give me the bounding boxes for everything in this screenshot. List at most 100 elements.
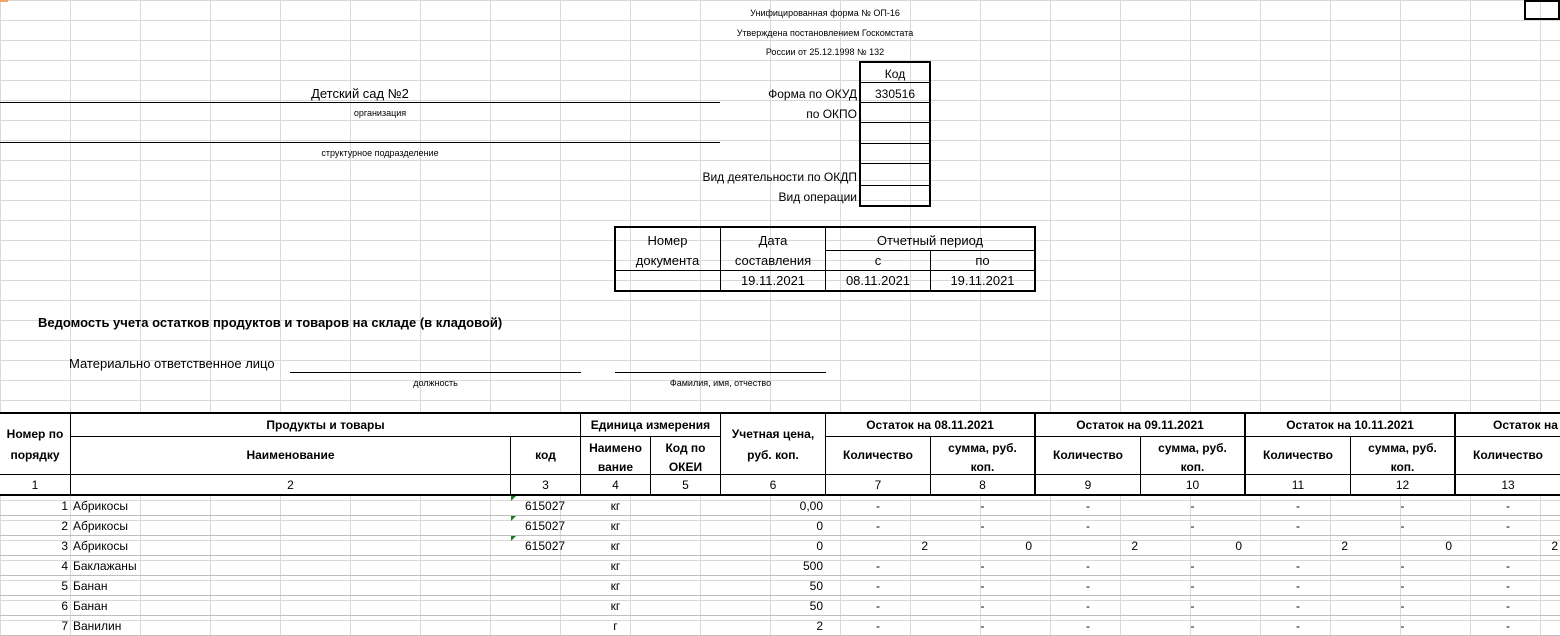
cell-value: - bbox=[1400, 579, 1405, 593]
price-header-1: Учетная цена, bbox=[731, 427, 815, 441]
cell-value: - bbox=[1400, 559, 1405, 573]
fio-caption: Фамилия, имя, отчество bbox=[669, 378, 772, 388]
row-number: 4 bbox=[61, 559, 68, 573]
cell-value: - bbox=[1296, 579, 1300, 593]
price: 50 bbox=[809, 599, 823, 613]
cell-value: - bbox=[980, 619, 985, 633]
rest-header-2: Остаток на 09.11.2021 bbox=[1076, 418, 1204, 432]
product-name: Ванилин bbox=[73, 619, 122, 633]
form-line-1: Унифицированная форма № ОП-16 bbox=[750, 8, 900, 18]
row-number: 1 bbox=[61, 499, 68, 513]
form-line-3: России от 25.12.1998 № 132 bbox=[765, 47, 885, 57]
product-code: 615027 bbox=[525, 499, 566, 513]
column-number: 2 bbox=[287, 478, 294, 492]
cell-value: - bbox=[980, 519, 985, 533]
product-code: 615027 bbox=[525, 539, 566, 553]
date-from: 08.11.2021 bbox=[845, 273, 911, 288]
cell-value: - bbox=[980, 579, 985, 593]
cell-value: - bbox=[1506, 619, 1510, 633]
product-name: Абрикосы bbox=[73, 539, 128, 553]
cell-value: - bbox=[1190, 599, 1195, 613]
unit-name: г bbox=[613, 619, 618, 633]
cell-value: - bbox=[1296, 599, 1300, 613]
unit-name-header-1: Наимено bbox=[589, 441, 642, 455]
period-from-header: с bbox=[874, 253, 882, 268]
cell-comment-marker bbox=[511, 496, 516, 501]
cell-value: - bbox=[876, 599, 880, 613]
row-number: 5 bbox=[61, 579, 68, 593]
responsible-label: Материально ответственное лицо bbox=[69, 356, 275, 371]
period-to-header: по bbox=[975, 253, 990, 268]
division-caption: структурное подразделение bbox=[321, 148, 439, 158]
unit-header: Единица измерения bbox=[590, 418, 711, 432]
organization-caption: организация bbox=[353, 108, 407, 118]
cell-value: 2 bbox=[1551, 539, 1558, 553]
column-number: 11 bbox=[1291, 478, 1305, 492]
cell-value: - bbox=[876, 499, 880, 513]
cell-value: - bbox=[1086, 519, 1090, 533]
cell-value: - bbox=[876, 559, 880, 573]
cell-value: - bbox=[1086, 619, 1090, 633]
column-number: 1 bbox=[31, 478, 39, 492]
rest-header-1: Остаток на 08.11.2021 bbox=[866, 418, 994, 432]
cell-value: - bbox=[1400, 519, 1405, 533]
column-number: 8 bbox=[979, 478, 986, 492]
organization-name: Детский сад №2 bbox=[311, 86, 409, 101]
price: 2 bbox=[816, 619, 823, 633]
cell-value: 2 bbox=[1341, 539, 1348, 553]
sum-header-2a: сумма, руб. bbox=[1158, 441, 1227, 455]
product-name: Банан bbox=[73, 579, 108, 593]
cell-value: - bbox=[1506, 499, 1510, 513]
unit-name: кг bbox=[610, 579, 621, 593]
cell-value: - bbox=[1190, 579, 1195, 593]
cell-value: - bbox=[1296, 559, 1300, 573]
selected-cell[interactable] bbox=[1524, 0, 1560, 20]
page-title: Ведомость учета остатков продуктов и тов… bbox=[38, 315, 503, 330]
product-name: Абрикосы bbox=[73, 519, 128, 533]
cell-comment-marker bbox=[511, 516, 516, 521]
price: 500 bbox=[802, 559, 823, 573]
cell-value: - bbox=[1400, 599, 1405, 613]
cell-value: - bbox=[1190, 619, 1195, 633]
column-number: 3 bbox=[542, 478, 549, 492]
column-number: 6 bbox=[769, 478, 777, 492]
position-caption: должность bbox=[413, 378, 458, 388]
cell-value: - bbox=[1506, 559, 1510, 573]
cell-value: - bbox=[980, 559, 985, 573]
okdp-label: Вид деятельности по ОКДП bbox=[702, 170, 857, 184]
cell-value: 0 bbox=[1445, 539, 1452, 553]
cell-value: - bbox=[1506, 599, 1510, 613]
row-number: 7 bbox=[61, 619, 68, 633]
sum-header-1a: сумма, руб. bbox=[948, 441, 1017, 455]
row-number: 6 bbox=[61, 599, 68, 613]
product-name: Баклажаны bbox=[73, 559, 137, 573]
cell-value: - bbox=[876, 579, 880, 593]
okei-header-1: Код по bbox=[665, 441, 706, 455]
date-to: 19.11.2021 bbox=[950, 273, 1015, 288]
okei-header-2: ОКЕИ bbox=[668, 460, 703, 474]
qty-header-4: Количество bbox=[1473, 448, 1543, 462]
cell-value: - bbox=[1190, 519, 1195, 533]
num-header-1: Номер по bbox=[6, 427, 64, 441]
qty-header-3: Количество bbox=[1263, 448, 1333, 462]
sum-header-3b: коп. bbox=[1390, 460, 1415, 474]
product-name: Абрикосы bbox=[73, 499, 128, 513]
row-number: 2 bbox=[61, 519, 68, 533]
date-composed: 19.11.2021 bbox=[740, 273, 806, 288]
cell-value: - bbox=[1190, 499, 1195, 513]
products-header: Продукты и товары bbox=[266, 418, 385, 432]
cell-value: - bbox=[1086, 579, 1090, 593]
sum-header-1b: коп. bbox=[970, 460, 995, 474]
product-name: Банан bbox=[73, 599, 108, 613]
period-header: Отчетный период bbox=[876, 233, 984, 248]
row-number: 3 bbox=[61, 539, 68, 553]
qty-header-2: Количество bbox=[1053, 448, 1123, 462]
doc-number-header-2: документа bbox=[635, 253, 700, 268]
price-header-2: руб. коп. bbox=[747, 448, 799, 462]
vid-operacii-label: Вид операции bbox=[778, 190, 857, 204]
cell-value: - bbox=[980, 499, 985, 513]
column-number: 4 bbox=[612, 478, 619, 492]
column-number: 10 bbox=[1185, 478, 1200, 492]
column-number: 7 bbox=[874, 478, 882, 492]
cell-value: - bbox=[1400, 499, 1405, 513]
